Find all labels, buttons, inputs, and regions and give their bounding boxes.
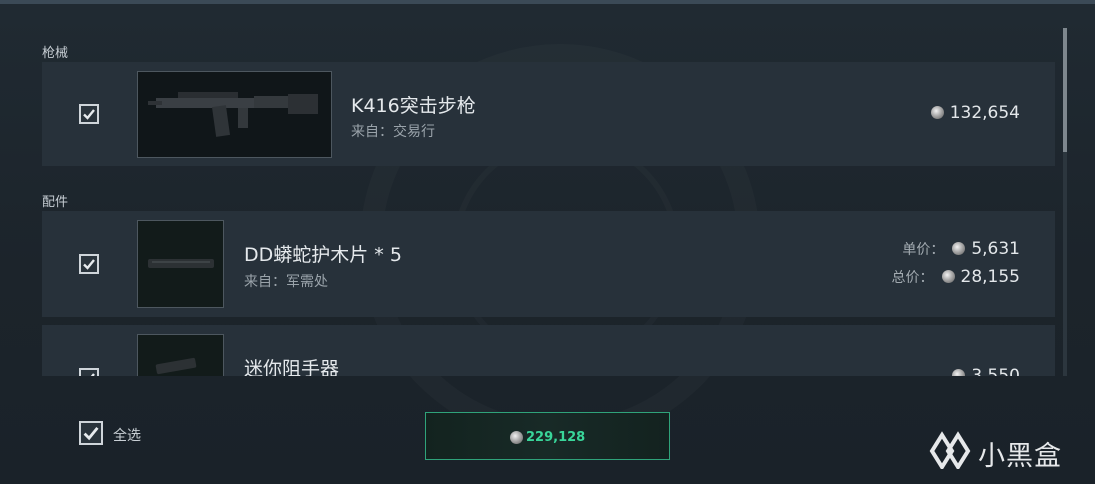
total-value: 229,128	[526, 430, 586, 445]
coin-icon	[952, 369, 966, 376]
check-icon	[83, 259, 95, 270]
item-name: DD蟒蛇护木片 * 5	[244, 244, 402, 266]
item-row-k416[interactable]: K416突击步枪 来自：交易行 132,654	[42, 62, 1055, 166]
check-icon	[90, 373, 95, 376]
rifle-icon	[148, 92, 318, 137]
unit-price: 单价： 5,631	[902, 239, 1020, 259]
item-name: 迷你阻手器	[244, 358, 340, 376]
coin-icon	[952, 242, 966, 255]
item-name: K416突击步枪	[351, 95, 476, 117]
item-price: 132,654	[930, 103, 1020, 123]
coin-icon	[941, 270, 955, 283]
item-list[interactable]: 枪械 K416突击步枪 来自：交易行 132,654 配件 DD蟒蛇护木片 * …	[0, 30, 1060, 376]
item-source: 来自：交易行	[351, 124, 435, 140]
item-checkbox[interactable]	[79, 104, 99, 124]
item-thumbnail-handguard	[137, 220, 224, 308]
select-all-label[interactable]: 全选	[113, 425, 141, 445]
total-purchase-button[interactable]: 229,128	[425, 412, 670, 460]
check-icon	[83, 426, 99, 441]
item-thumbnail-rifle	[137, 71, 332, 158]
item-row-mini-brake[interactable]: 迷你阻手器 3,550	[42, 325, 1055, 376]
coin-icon	[930, 106, 944, 119]
item-checkbox[interactable]	[79, 368, 99, 376]
heybox-logo-icon	[929, 431, 971, 469]
item-row-handguard[interactable]: DD蟒蛇护木片 * 5 来自：军需处 单价： 5,631 总价： 28,155	[42, 211, 1055, 317]
watermark-text: 小黑盒	[978, 441, 1062, 472]
total-price: 总价： 28,155	[891, 267, 1020, 287]
item-price: 3,550	[952, 366, 1020, 376]
item-checkbox[interactable]	[79, 254, 99, 274]
select-all-checkbox[interactable]	[79, 421, 103, 445]
section-label-attachments: 配件	[42, 195, 69, 210]
item-thumbnail-brake	[137, 334, 224, 376]
muzzle-brake-icon	[155, 357, 197, 375]
item-source: 来自：军需处	[244, 274, 328, 290]
coin-icon	[510, 431, 523, 444]
scrollbar-thumb[interactable]	[1063, 28, 1067, 152]
section-label-weapons: 枪械	[42, 46, 69, 61]
handguard-icon	[148, 259, 214, 268]
check-icon	[83, 109, 95, 120]
